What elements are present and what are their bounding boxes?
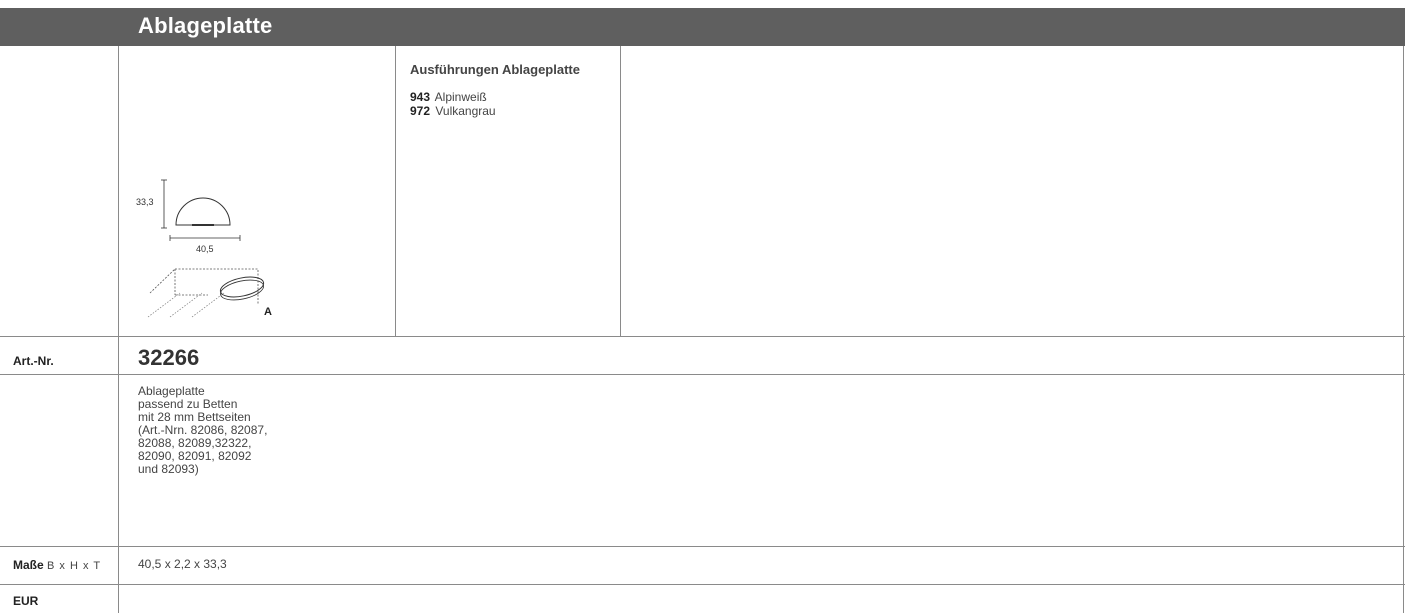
- width-label: 40,5: [196, 244, 214, 254]
- detail-label: A: [264, 306, 272, 318]
- variants-box-left: [395, 46, 396, 336]
- row-divider: [0, 336, 1405, 337]
- height-label: 33,3: [136, 197, 154, 207]
- article-label: Art.-Nr.: [13, 354, 54, 368]
- header-bar: Ablageplatte: [0, 8, 1405, 46]
- variant-item: 972 Vulkangrau: [410, 104, 496, 118]
- variants-box-right: [620, 46, 621, 336]
- product-drawing: 33,3 40,5 A: [136, 179, 272, 318]
- row-divider: [0, 374, 1405, 375]
- row-divider: [0, 584, 1405, 585]
- article-number: 32266: [138, 345, 200, 370]
- variants-title: Ausführungen Ablageplatte: [410, 62, 580, 77]
- dimensions-value: 40,5 x 2,2 x 33,3: [138, 557, 227, 571]
- variant-code: 943: [410, 90, 431, 104]
- dimensions-axes: B x H x T: [47, 560, 102, 572]
- price-label: EUR: [13, 594, 39, 608]
- description-line: und 82093): [138, 462, 199, 476]
- variant-name: Vulkangrau: [435, 104, 496, 118]
- right-border: [1403, 46, 1404, 613]
- page-title: Ablageplatte: [138, 13, 273, 38]
- column-divider: [118, 46, 119, 613]
- variant-name: Alpinweiß: [434, 90, 487, 104]
- variant-code: 972: [410, 104, 431, 118]
- variant-item: 943 Alpinweiß: [410, 90, 487, 104]
- product-description: Ablageplatte passend zu Betten mit 28 mm…: [138, 385, 267, 476]
- dimensions-label: Maße B x H x T: [13, 558, 102, 572]
- row-divider: [0, 546, 1405, 547]
